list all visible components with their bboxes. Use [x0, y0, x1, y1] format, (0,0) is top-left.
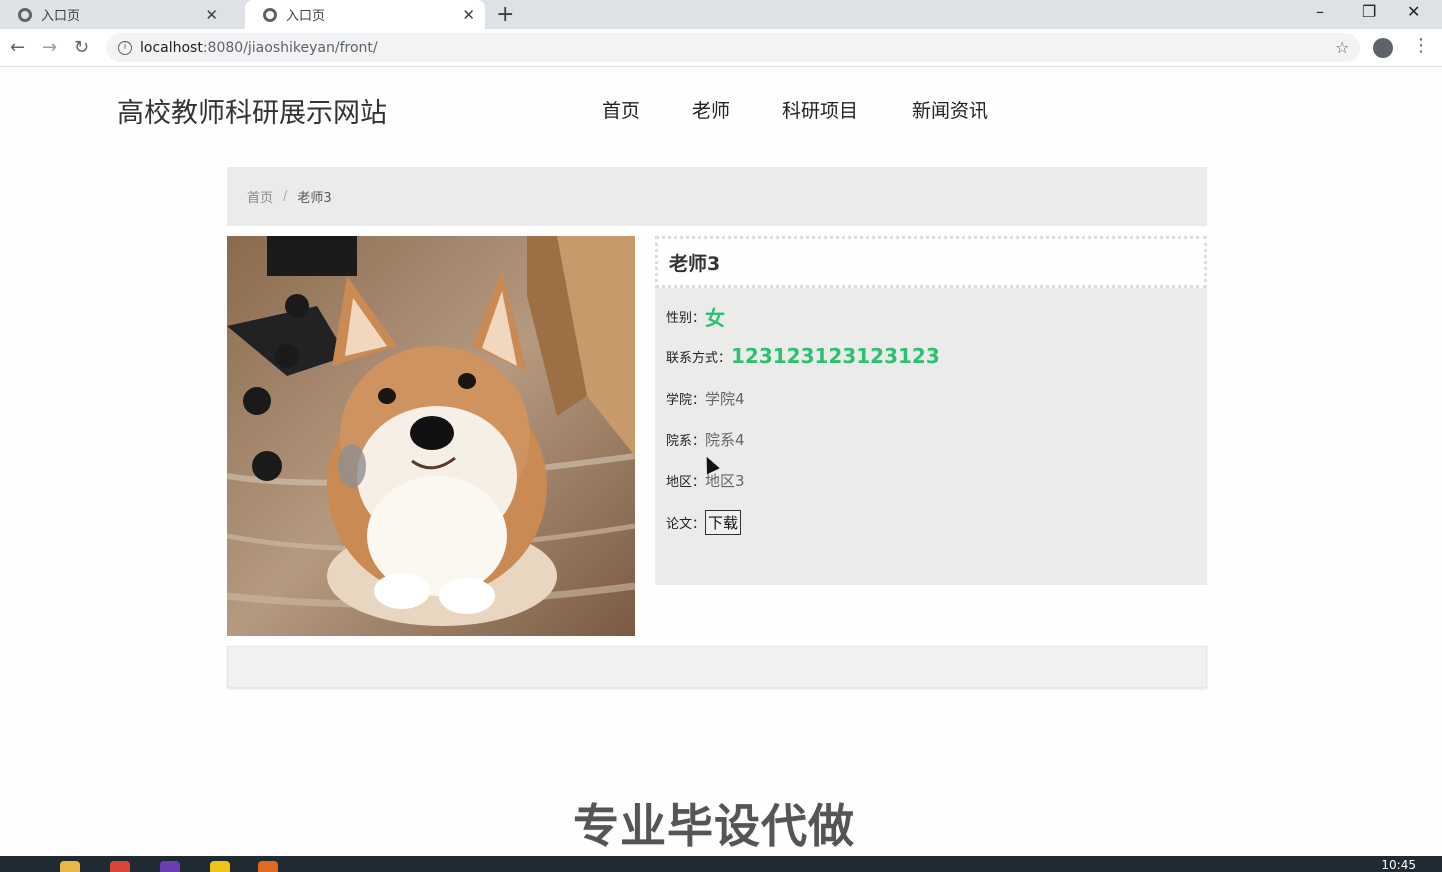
- contact-row: 联系方式： 123123123123123: [666, 344, 940, 368]
- watermark-text: 专业毕设代做: [573, 799, 855, 853]
- dept-label: 院系：: [666, 434, 706, 449]
- dog-photo-image: [227, 236, 635, 636]
- new-tab-button[interactable]: +: [496, 2, 514, 27]
- window-close-icon[interactable]: ✕: [1407, 2, 1420, 21]
- taskbar-clock: 10:45: [1381, 858, 1416, 872]
- contact-label: 联系方式：: [666, 350, 732, 366]
- bookmark-star-icon[interactable]: ☆: [1335, 38, 1349, 57]
- breadcrumb: 首页 / 老师3: [227, 167, 1207, 226]
- dept-row: 院系： 院系4: [666, 429, 745, 450]
- back-arrow-icon[interactable]: ←: [10, 37, 25, 58]
- paper-row: 论文： 下载: [666, 510, 742, 535]
- browser-toolbar: ← → ↻ i localhost:8080/jiaoshikeyan/fron…: [0, 29, 1442, 67]
- site-info-icon[interactable]: i: [118, 40, 132, 55]
- breadcrumb-current: 老师3: [297, 191, 332, 206]
- profile-avatar-icon[interactable]: [1373, 38, 1393, 58]
- folder-icon[interactable]: [60, 861, 80, 872]
- college-label: 学院：: [666, 393, 706, 408]
- ide-icon[interactable]: [160, 861, 180, 872]
- app-icon[interactable]: [210, 861, 230, 872]
- gender-value: 女: [705, 306, 726, 330]
- nav-research-projects[interactable]: 科研项目: [782, 96, 858, 123]
- region-value: 地区3: [705, 472, 745, 490]
- address-bar[interactable]: i localhost:8080/jiaoshikeyan/front/: [106, 33, 1360, 62]
- teacher-photo: [227, 236, 635, 636]
- app2-icon[interactable]: [258, 861, 278, 872]
- gender-row: 性别： 女: [666, 302, 725, 331]
- url-path: :8080/jiaoshikeyan/front/: [202, 39, 378, 56]
- chrome-icon[interactable]: [110, 861, 130, 872]
- restore-icon[interactable]: ❐: [1362, 2, 1376, 21]
- nav-news[interactable]: 新闻资讯: [912, 96, 988, 123]
- close-icon[interactable]: ✕: [462, 6, 475, 24]
- url-host: localhost: [140, 39, 203, 56]
- teacher-name: 老师3: [655, 236, 1207, 288]
- nav-teachers[interactable]: 老师: [692, 96, 730, 123]
- region-row: 地区： 地区3: [666, 470, 745, 491]
- teacher-info-panel: 老师3 性别： 女 联系方式： 123123123123123 学院： 学院4 …: [655, 236, 1207, 585]
- tab-entry-1[interactable]: 入口页 ✕: [0, 0, 228, 29]
- tab-title: 入口页: [41, 9, 81, 24]
- nav-home[interactable]: 首页: [602, 96, 640, 123]
- gender-label: 性别：: [666, 311, 706, 326]
- content-footer-box: [227, 646, 1207, 688]
- close-icon[interactable]: ✕: [205, 6, 218, 24]
- college-row: 学院： 学院4: [666, 388, 745, 409]
- os-taskbar: 10:45: [0, 856, 1442, 872]
- region-label: 地区：: [666, 475, 706, 490]
- browser-tab-strip: 入口页 ✕ 入口页 ✕ + – ❐ ✕: [0, 0, 1442, 29]
- site-title: 高校教师科研展示网站: [117, 98, 387, 129]
- reload-icon[interactable]: ↻: [74, 37, 89, 58]
- download-button[interactable]: 下载: [705, 510, 742, 535]
- globe-icon: [18, 7, 32, 22]
- breadcrumb-separator: /: [283, 189, 288, 204]
- globe-icon: [263, 7, 277, 22]
- tab-title: 入口页: [286, 9, 326, 24]
- forward-arrow-icon[interactable]: →: [42, 37, 57, 58]
- breadcrumb-home[interactable]: 首页: [247, 187, 273, 206]
- minimize-icon[interactable]: –: [1316, 2, 1324, 21]
- dept-value: 院系4: [705, 431, 745, 449]
- paper-label: 论文：: [666, 517, 706, 532]
- contact-value: 123123123123123: [731, 344, 940, 368]
- college-value: 学院4: [705, 390, 745, 408]
- tab-entry-2[interactable]: 入口页 ✕: [245, 0, 485, 29]
- menu-kebab-icon[interactable]: ⋮: [1412, 35, 1430, 56]
